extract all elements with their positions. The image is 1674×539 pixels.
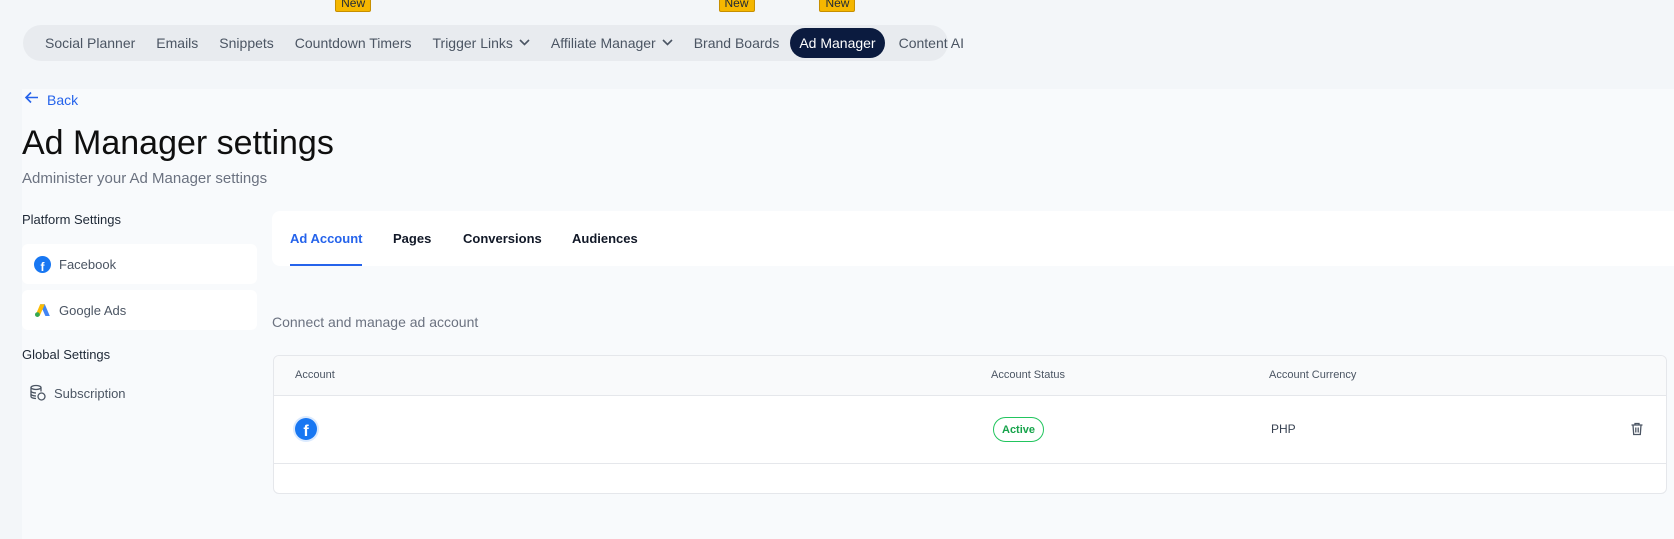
nav-item-emails[interactable]: Emails bbox=[147, 28, 207, 58]
chevron-down-icon bbox=[519, 37, 530, 49]
tab-ad-account[interactable]: Ad Account bbox=[290, 211, 363, 266]
table-row: f Active PHP bbox=[274, 396, 1666, 464]
tab-conversions[interactable]: Conversions bbox=[463, 211, 542, 266]
nav-item-trigger-links[interactable]: Trigger Links bbox=[424, 28, 539, 58]
arrow-left-icon bbox=[24, 91, 39, 109]
chevron-down-icon bbox=[662, 37, 673, 49]
page-title: Ad Manager settings bbox=[22, 124, 334, 162]
tab-pages[interactable]: Pages bbox=[393, 211, 431, 266]
nav-item-ad-manager[interactable]: New Ad Manager bbox=[790, 0, 885, 58]
nav-item-brand-boards[interactable]: New Brand Boards bbox=[685, 0, 789, 58]
facebook-icon: f bbox=[295, 418, 317, 440]
facebook-icon: f bbox=[34, 255, 51, 273]
subscription-icon bbox=[29, 384, 47, 402]
column-header-account: Account bbox=[295, 369, 335, 381]
google-ads-icon bbox=[34, 302, 51, 319]
back-link[interactable]: Back bbox=[24, 91, 78, 109]
global-settings-heading: Global Settings bbox=[22, 347, 111, 362]
trash-icon[interactable] bbox=[1629, 421, 1645, 437]
platform-settings-heading: Platform Settings bbox=[22, 212, 121, 227]
status-badge: Active bbox=[993, 417, 1045, 442]
sidebar-item-google-ads[interactable]: Google Ads bbox=[22, 290, 257, 330]
page-subtitle: Administer your Ad Manager settings bbox=[22, 170, 268, 187]
top-nav: Social Planner Emails Snippets New Count… bbox=[23, 0, 964, 61]
nav-item-snippets[interactable]: Snippets bbox=[210, 28, 282, 58]
tab-audiences[interactable]: Audiences bbox=[572, 211, 638, 266]
column-header-status: Account Status bbox=[991, 369, 1065, 381]
account-currency: PHP bbox=[1271, 422, 1296, 436]
new-badge: New bbox=[335, 0, 372, 12]
sidebar-item-subscription[interactable]: Subscription bbox=[29, 381, 126, 405]
nav-item-social-planner[interactable]: Social Planner bbox=[36, 28, 144, 58]
nav-item-countdown-timers[interactable]: New Countdown Timers bbox=[286, 0, 421, 58]
section-title: Connect and manage ad account bbox=[272, 314, 479, 330]
ad-accounts-table: Account Account Status Account Currency … bbox=[273, 355, 1667, 494]
new-badge: New bbox=[819, 0, 856, 12]
table-header: Account Account Status Account Currency bbox=[274, 356, 1666, 396]
column-header-currency: Account Currency bbox=[1269, 369, 1357, 381]
nav-item-affiliate-manager[interactable]: Affiliate Manager bbox=[542, 28, 682, 58]
settings-tabs: Ad Account Pages Conversions Audiences bbox=[272, 211, 1674, 266]
new-badge: New bbox=[718, 0, 755, 12]
nav-item-content-ai[interactable]: Content AI bbox=[890, 28, 973, 58]
sidebar-item-facebook[interactable]: f Facebook bbox=[22, 244, 257, 284]
